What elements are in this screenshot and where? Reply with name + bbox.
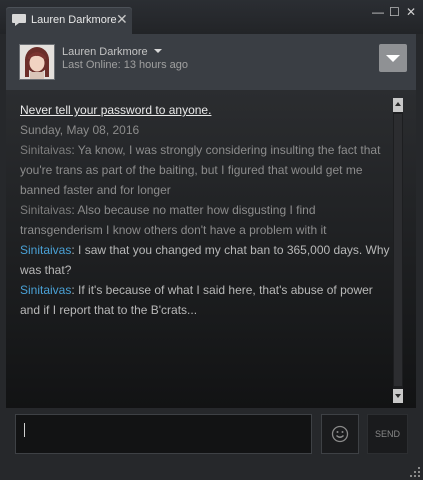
chat-bubble-icon [12,14,26,26]
friend-name-menu[interactable]: Lauren Darkmore [62,46,162,58]
last-online-status: Last Online: 13 hours ago [62,59,188,71]
message-sender[interactable]: Sinitaivas [20,243,71,257]
close-icon[interactable]: ✕ [406,5,416,19]
minimize-icon[interactable]: — [372,5,384,19]
message-composer: SEND [0,408,423,480]
options-dropdown-button[interactable] [379,44,407,72]
message-text: : I saw that you changed my chat ban to … [20,243,390,277]
chat-message: Sinitaivas: I saw that you changed my ch… [20,240,392,280]
chat-history: Never tell your password to anyone. Sund… [6,90,416,408]
date-separator: Sunday, May 08, 2016 [20,123,140,137]
chevron-down-icon [153,49,162,53]
message-input[interactable] [15,414,312,454]
tab-title: Lauren Darkmore [31,14,117,26]
scroll-up-icon[interactable] [393,98,403,112]
avatar[interactable] [19,44,55,80]
message-sender[interactable]: Sinitaivas [20,143,71,157]
emoticon-button[interactable] [321,414,359,454]
text-caret [24,423,25,437]
chat-message: Sinitaivas: Also because no matter how d… [20,200,392,240]
message-list: Never tell your password to anyone. Sund… [20,100,392,320]
title-bar: Lauren Darkmore ✕ — ☐ ✕ [0,0,423,34]
avatar-image [20,45,54,79]
message-sender[interactable]: Sinitaivas [20,203,71,217]
friend-name: Lauren Darkmore [62,46,148,58]
chat-message: Sinitaivas: Ya know, I was strongly cons… [20,140,392,200]
chat-scrollbar[interactable] [393,98,403,403]
smiley-icon [331,425,349,443]
scroll-thumb[interactable] [394,114,402,386]
scroll-down-icon[interactable] [393,389,403,403]
tab-close-icon[interactable]: ✕ [116,11,128,27]
message-text: : Ya know, I was strongly considering in… [20,143,381,197]
resize-grip-icon[interactable] [409,466,421,478]
message-sender[interactable]: Sinitaivas [20,283,71,297]
chat-tab[interactable]: Lauren Darkmore ✕ [6,7,132,34]
send-button[interactable]: SEND [367,414,408,454]
maximize-icon[interactable]: ☐ [389,5,400,19]
password-warning: Never tell your password to anyone. [20,103,212,117]
chat-message: Sinitaivas: If it's because of what I sa… [20,280,392,320]
friend-header: Lauren Darkmore Last Online: 13 hours ag… [6,34,416,90]
message-text: : If it's because of what I said here, t… [20,283,373,317]
